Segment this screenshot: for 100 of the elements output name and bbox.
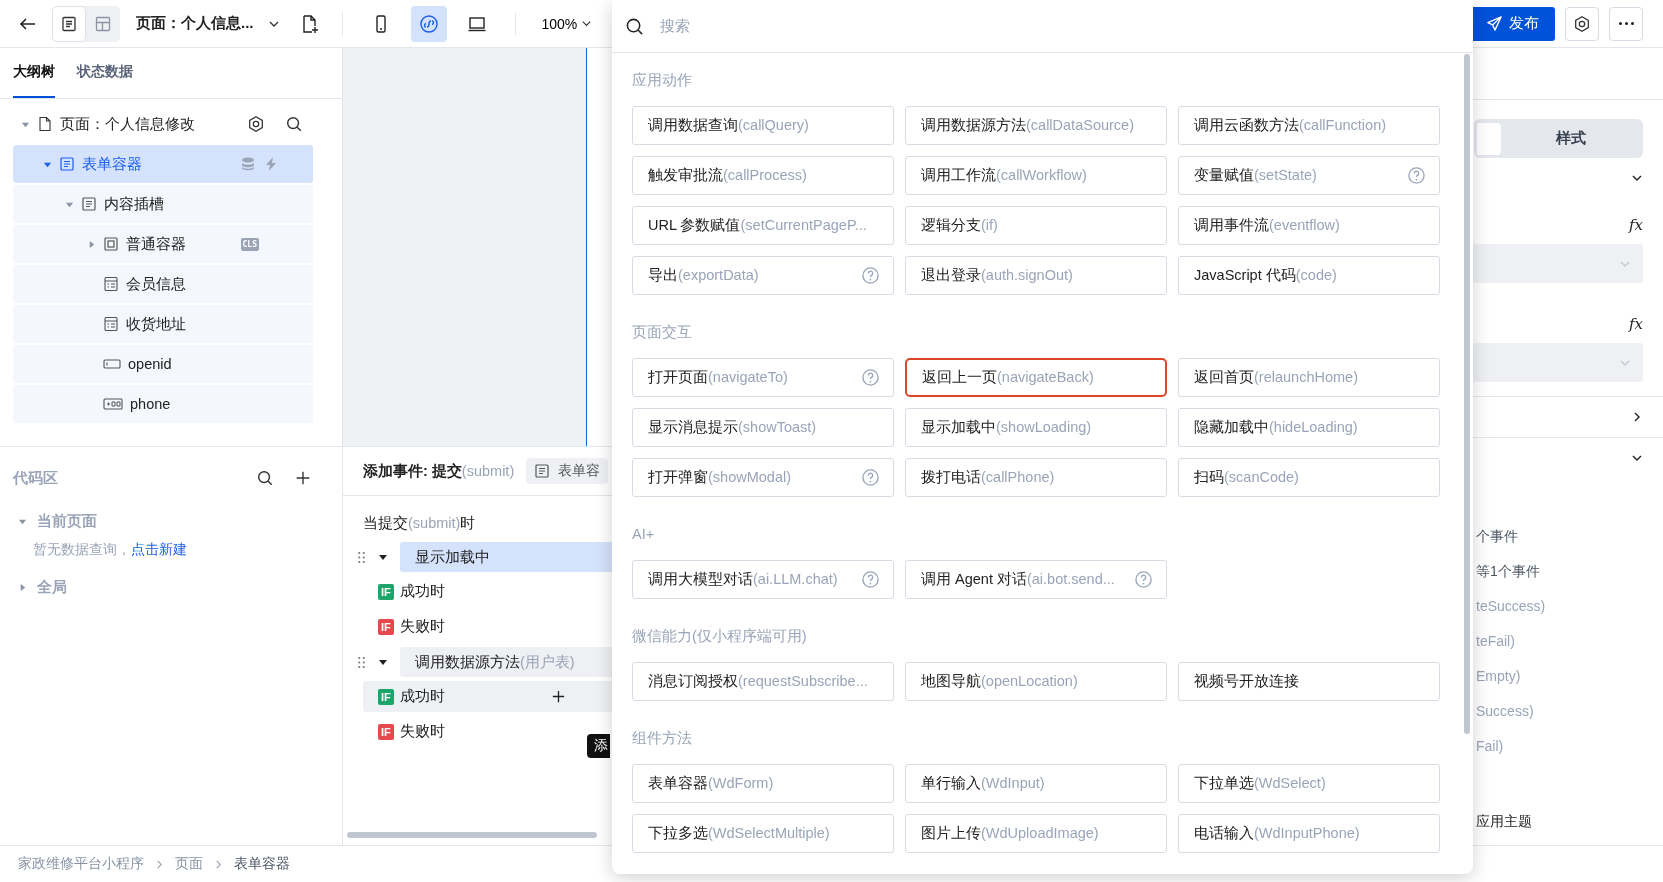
settings-button[interactable] <box>1565 6 1599 41</box>
tree-item-label: 页面：个人信息修改 <box>60 114 195 134</box>
section-title: 组件方法 <box>632 729 693 748</box>
vertical-scrollbar[interactable] <box>1464 54 1470 734</box>
create-link[interactable]: 点击新建 <box>131 541 187 557</box>
event-line: teSuccess) <box>1476 598 1547 616</box>
tree-item[interactable]: 会员信息 <box>13 265 313 303</box>
mini-program-view-button[interactable] <box>410 5 447 42</box>
action-option[interactable]: 显示加载中(showLoading) <box>905 408 1167 447</box>
action-block[interactable]: 显示加载中 <box>400 542 615 572</box>
action-option[interactable]: 返回首页(relaunchHome) <box>1178 358 1440 397</box>
action-option[interactable]: 电话输入(WdInputPhone) <box>1178 814 1440 853</box>
tree-item-label: 内容插槽 <box>104 194 164 214</box>
action-option[interactable]: 表单容器(WdForm) <box>632 764 894 803</box>
panel-tab[interactable]: 状态数据 <box>77 48 133 98</box>
theme-label[interactable]: 应用主题 <box>1476 813 1532 831</box>
panel-tab[interactable]: 大纲树 <box>13 48 55 98</box>
horizontal-scrollbar[interactable] <box>347 832 597 838</box>
action-option[interactable]: 显示消息提示(showToast) <box>632 408 894 447</box>
drag-handle-icon[interactable] <box>357 549 366 565</box>
event-line: Fail) <box>1476 738 1505 756</box>
help-icon[interactable] <box>861 368 880 387</box>
section-title: AI+ <box>632 525 656 544</box>
action-option[interactable]: 调用 Agent 对话(ai.bot.send... <box>905 560 1167 599</box>
tree-item[interactable]: openid <box>13 345 313 383</box>
caret-icon[interactable] <box>378 657 388 667</box>
section-title: 应用动作 <box>632 71 693 90</box>
page-selector[interactable]: 页面：个人信息... <box>136 14 280 33</box>
search-icon[interactable] <box>256 469 274 487</box>
zoom-dropdown[interactable]: 100% <box>535 14 599 33</box>
select-field[interactable] <box>1473 343 1643 382</box>
action-option[interactable]: 图片上传(WdUploadImage) <box>905 814 1167 853</box>
action-option[interactable]: 变量赋值(setState) <box>1178 156 1440 195</box>
settings-icon[interactable] <box>247 115 265 133</box>
form-icon <box>534 463 551 479</box>
action-option[interactable]: 消息订阅授权(requestSubscribe... <box>632 662 894 701</box>
action-option[interactable]: 隐藏加载中(hideLoading) <box>1178 408 1440 447</box>
action-option[interactable]: 调用云函数方法(callFunction) <box>1178 106 1440 145</box>
action-option[interactable]: 逻辑分支(if) <box>905 206 1167 245</box>
chevron-right-icon <box>213 858 224 870</box>
if-tag: IF <box>378 688 394 705</box>
tree-item[interactable]: phone <box>13 385 313 423</box>
action-option[interactable]: 单行输入(WdInput) <box>905 764 1167 803</box>
if-tag: IF <box>378 618 394 635</box>
help-icon[interactable] <box>861 266 880 285</box>
caret-icon[interactable] <box>378 552 388 562</box>
action-option[interactable]: 调用大模型对话(ai.LLM.chat) <box>632 560 894 599</box>
action-option[interactable]: 触发审批流(callProcess) <box>632 156 894 195</box>
action-block[interactable]: 调用数据源方法(用户表) <box>400 647 615 677</box>
settings-icon <box>1573 14 1591 33</box>
action-option[interactable]: 返回上一页(navigateBack) <box>905 358 1167 397</box>
help-icon[interactable] <box>1407 166 1426 185</box>
drag-handle-icon[interactable] <box>357 654 366 670</box>
tree-item[interactable]: 表单容器 <box>13 145 313 183</box>
action-option[interactable]: 扫码(scanCode) <box>1178 458 1440 497</box>
lightning-icon[interactable] <box>263 156 279 172</box>
action-option[interactable]: 视频号开放连接 <box>1178 662 1440 701</box>
outline-view-button[interactable] <box>52 5 86 42</box>
action-option[interactable]: 调用工作流(callWorkflow) <box>905 156 1167 195</box>
add-icon[interactable] <box>551 689 566 704</box>
formula-button[interactable]: fx <box>1629 315 1643 333</box>
layout-icon <box>94 14 112 33</box>
tree-item[interactable]: 内容插槽 <box>13 185 313 223</box>
action-option[interactable]: 拨打电话(callPhone) <box>905 458 1167 497</box>
tree-item[interactable]: 收货地址 <box>13 305 313 343</box>
formula-button[interactable]: fx <box>1629 216 1643 234</box>
section-title: 页面交互 <box>632 323 693 342</box>
tooltip: 添 <box>587 734 610 758</box>
event-line: 等1个事件 <box>1476 563 1541 581</box>
component-name: 表单容 <box>558 462 601 480</box>
database-icon[interactable] <box>240 156 256 172</box>
help-icon[interactable] <box>861 468 880 487</box>
more-button[interactable] <box>1609 6 1643 41</box>
phone-input-icon <box>103 398 123 410</box>
branch-label: 失败时 <box>399 617 445 636</box>
action-option[interactable]: 下拉单选(WdSelect) <box>1178 764 1440 803</box>
action-option[interactable]: 打开页面(navigateTo) <box>632 358 894 397</box>
tree-item[interactable]: 普通容器 CLS <box>13 225 313 263</box>
action-option[interactable]: 调用数据查询(callQuery) <box>632 106 894 145</box>
tree-item-label: 会员信息 <box>126 274 186 294</box>
action-option[interactable]: 调用事件流(eventflow) <box>1178 206 1440 245</box>
action-option[interactable]: 地图导航(openLocation) <box>905 662 1167 701</box>
tree-item[interactable]: 页面：个人信息修改 <box>13 105 313 143</box>
help-icon[interactable] <box>861 570 880 589</box>
list-form-icon <box>103 316 119 332</box>
help-icon[interactable] <box>1134 570 1153 589</box>
tree-item-label: phone <box>130 396 171 412</box>
action-option[interactable]: 退出登录(auth.signOut) <box>905 256 1167 295</box>
action-option[interactable]: 下拉多选(WdSelectMultiple) <box>632 814 894 853</box>
action-option[interactable]: JavaScript 代码(code) <box>1178 256 1440 295</box>
action-option[interactable]: 导出(exportData) <box>632 256 894 295</box>
search-icon[interactable] <box>285 115 303 133</box>
action-option[interactable]: URL 参数赋值(setCurrentPageP... <box>632 206 894 245</box>
breadcrumb-item[interactable]: 表单容器 <box>234 855 290 873</box>
form-icon <box>81 196 97 212</box>
action-option[interactable]: 打开弹窗(showModal) <box>632 458 894 497</box>
action-option[interactable]: 调用数据源方法(callDataSource) <box>905 106 1167 145</box>
section-title: 微信能力(仅小程序端可用) <box>632 627 808 646</box>
tree-item-label: openid <box>128 356 172 372</box>
select-field[interactable] <box>1473 244 1643 283</box>
